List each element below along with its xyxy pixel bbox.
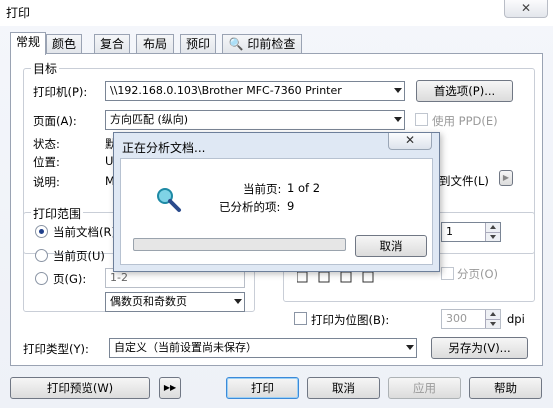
- current-document-radio[interactable]: [35, 225, 48, 238]
- spin-up-icon[interactable]: [485, 223, 500, 232]
- close-button[interactable]: ✕: [504, 0, 548, 18]
- apply-button[interactable]: 应用: [388, 377, 461, 399]
- odd-even-select[interactable]: 偶数页和奇数页: [105, 292, 245, 312]
- pages-value: 1-2: [110, 271, 128, 284]
- spin-down-icon[interactable]: [485, 232, 500, 241]
- tab-preflight[interactable]: 🔍 印前检查: [222, 34, 302, 54]
- popup-close-button[interactable]: ✕: [388, 133, 432, 150]
- print-to-file-label[interactable]: 到文件(L): [439, 173, 489, 189]
- printer-label: 打印机(P):: [33, 85, 88, 99]
- dpi-unit: dpi: [507, 312, 525, 326]
- help-button[interactable]: 帮助: [469, 377, 542, 399]
- print-as-bitmap-label: 打印为位图(B):: [311, 313, 390, 327]
- spin-down-icon[interactable]: [485, 319, 500, 328]
- print-type-value: 自定义（当前设置尚未保存）: [114, 341, 257, 354]
- print-as-bitmap-checkbox[interactable]: [294, 312, 307, 325]
- use-ppd-checkbox[interactable]: [415, 113, 428, 126]
- page-select[interactable]: 方向匹配 (纵向): [105, 110, 405, 130]
- dpi-value: 300: [446, 312, 467, 325]
- print-range-label: 打印范围: [31, 205, 84, 222]
- current-page-progress-value: 1 of 2: [287, 181, 321, 195]
- popup-title: 正在分析文档...: [122, 141, 206, 155]
- current-page-progress-label: 当前页:: [243, 182, 282, 196]
- print-to-file-arrow-button[interactable]: ▶: [499, 170, 513, 186]
- preflight-icon: 🔍: [228, 37, 244, 51]
- target-group-label: 目标: [31, 60, 60, 77]
- tab-general[interactable]: 常规: [10, 32, 46, 55]
- magnifier-icon: [154, 185, 184, 215]
- tab-layout[interactable]: 布局: [136, 34, 174, 54]
- location-label: 位置:: [33, 155, 60, 169]
- pages-radio[interactable]: [35, 272, 48, 285]
- pages-label: 页(G):: [53, 272, 87, 286]
- analysis-progress-bar: [133, 238, 346, 251]
- comment-label: 说明:: [33, 175, 60, 189]
- save-as-button[interactable]: 另存为(V)...: [431, 337, 528, 359]
- chevron-down-icon: [394, 117, 402, 122]
- use-ppd-label: 使用 PPD(E): [432, 114, 498, 128]
- chevron-down-icon: [406, 345, 414, 350]
- collate-pages-icon: [296, 270, 377, 284]
- copies-value: 1: [446, 225, 453, 238]
- title-bar: 打印 ✕: [0, 0, 553, 26]
- chevron-down-icon: [234, 299, 242, 304]
- chevron-down-icon: [394, 88, 402, 93]
- popup-cancel-button[interactable]: 取消: [355, 235, 427, 257]
- copies-spinner[interactable]: 1: [441, 222, 501, 242]
- dpi-spinner[interactable]: 300: [441, 309, 501, 329]
- page-value: 方向匹配 (纵向): [110, 113, 189, 126]
- window-title: 打印: [6, 6, 31, 20]
- expand-preview-button[interactable]: ▶▶: [159, 377, 181, 399]
- current-page-radio[interactable]: [35, 249, 48, 262]
- current-document-label: 当前文档(R): [53, 225, 116, 239]
- analyzed-items-value: 9: [287, 199, 295, 213]
- odd-even-value: 偶数页和奇数页: [110, 295, 187, 308]
- print-preview-button[interactable]: 打印预览(W): [10, 377, 150, 399]
- printer-select[interactable]: \\192.168.0.103\Brother MFC-7360 Printer: [105, 81, 405, 101]
- current-page-label: 当前页(U): [53, 249, 105, 263]
- printer-value: \\192.168.0.103\Brother MFC-7360 Printer: [110, 84, 342, 97]
- page-label: 页面(A):: [33, 114, 77, 128]
- spin-up-icon[interactable]: [485, 310, 500, 319]
- preferences-button[interactable]: 首选项(P)...: [416, 80, 513, 102]
- analyzing-popup: 正在分析文档... ✕ 当前页: 1 of 2 已分析的项: 9 取消: [113, 132, 440, 272]
- collate-checkbox[interactable]: [441, 267, 454, 280]
- popup-body: 当前页: 1 of 2 已分析的项: 9 取消: [120, 158, 433, 265]
- tab-prepress[interactable]: 预印: [180, 34, 216, 54]
- print-type-select[interactable]: 自定义（当前设置尚未保存）: [109, 338, 417, 358]
- status-label: 状态:: [33, 137, 60, 151]
- tab-composite[interactable]: 复合: [94, 34, 130, 54]
- cancel-button[interactable]: 取消: [307, 377, 380, 399]
- tab-color[interactable]: 颜色: [46, 34, 82, 54]
- analyzed-items-label: 已分析的项:: [219, 200, 281, 214]
- tab-preflight-label: 印前检查: [247, 37, 296, 51]
- collate-label: 分页(O): [457, 267, 499, 281]
- print-button[interactable]: 打印: [226, 377, 299, 399]
- print-type-label: 打印类型(Y):: [23, 342, 89, 356]
